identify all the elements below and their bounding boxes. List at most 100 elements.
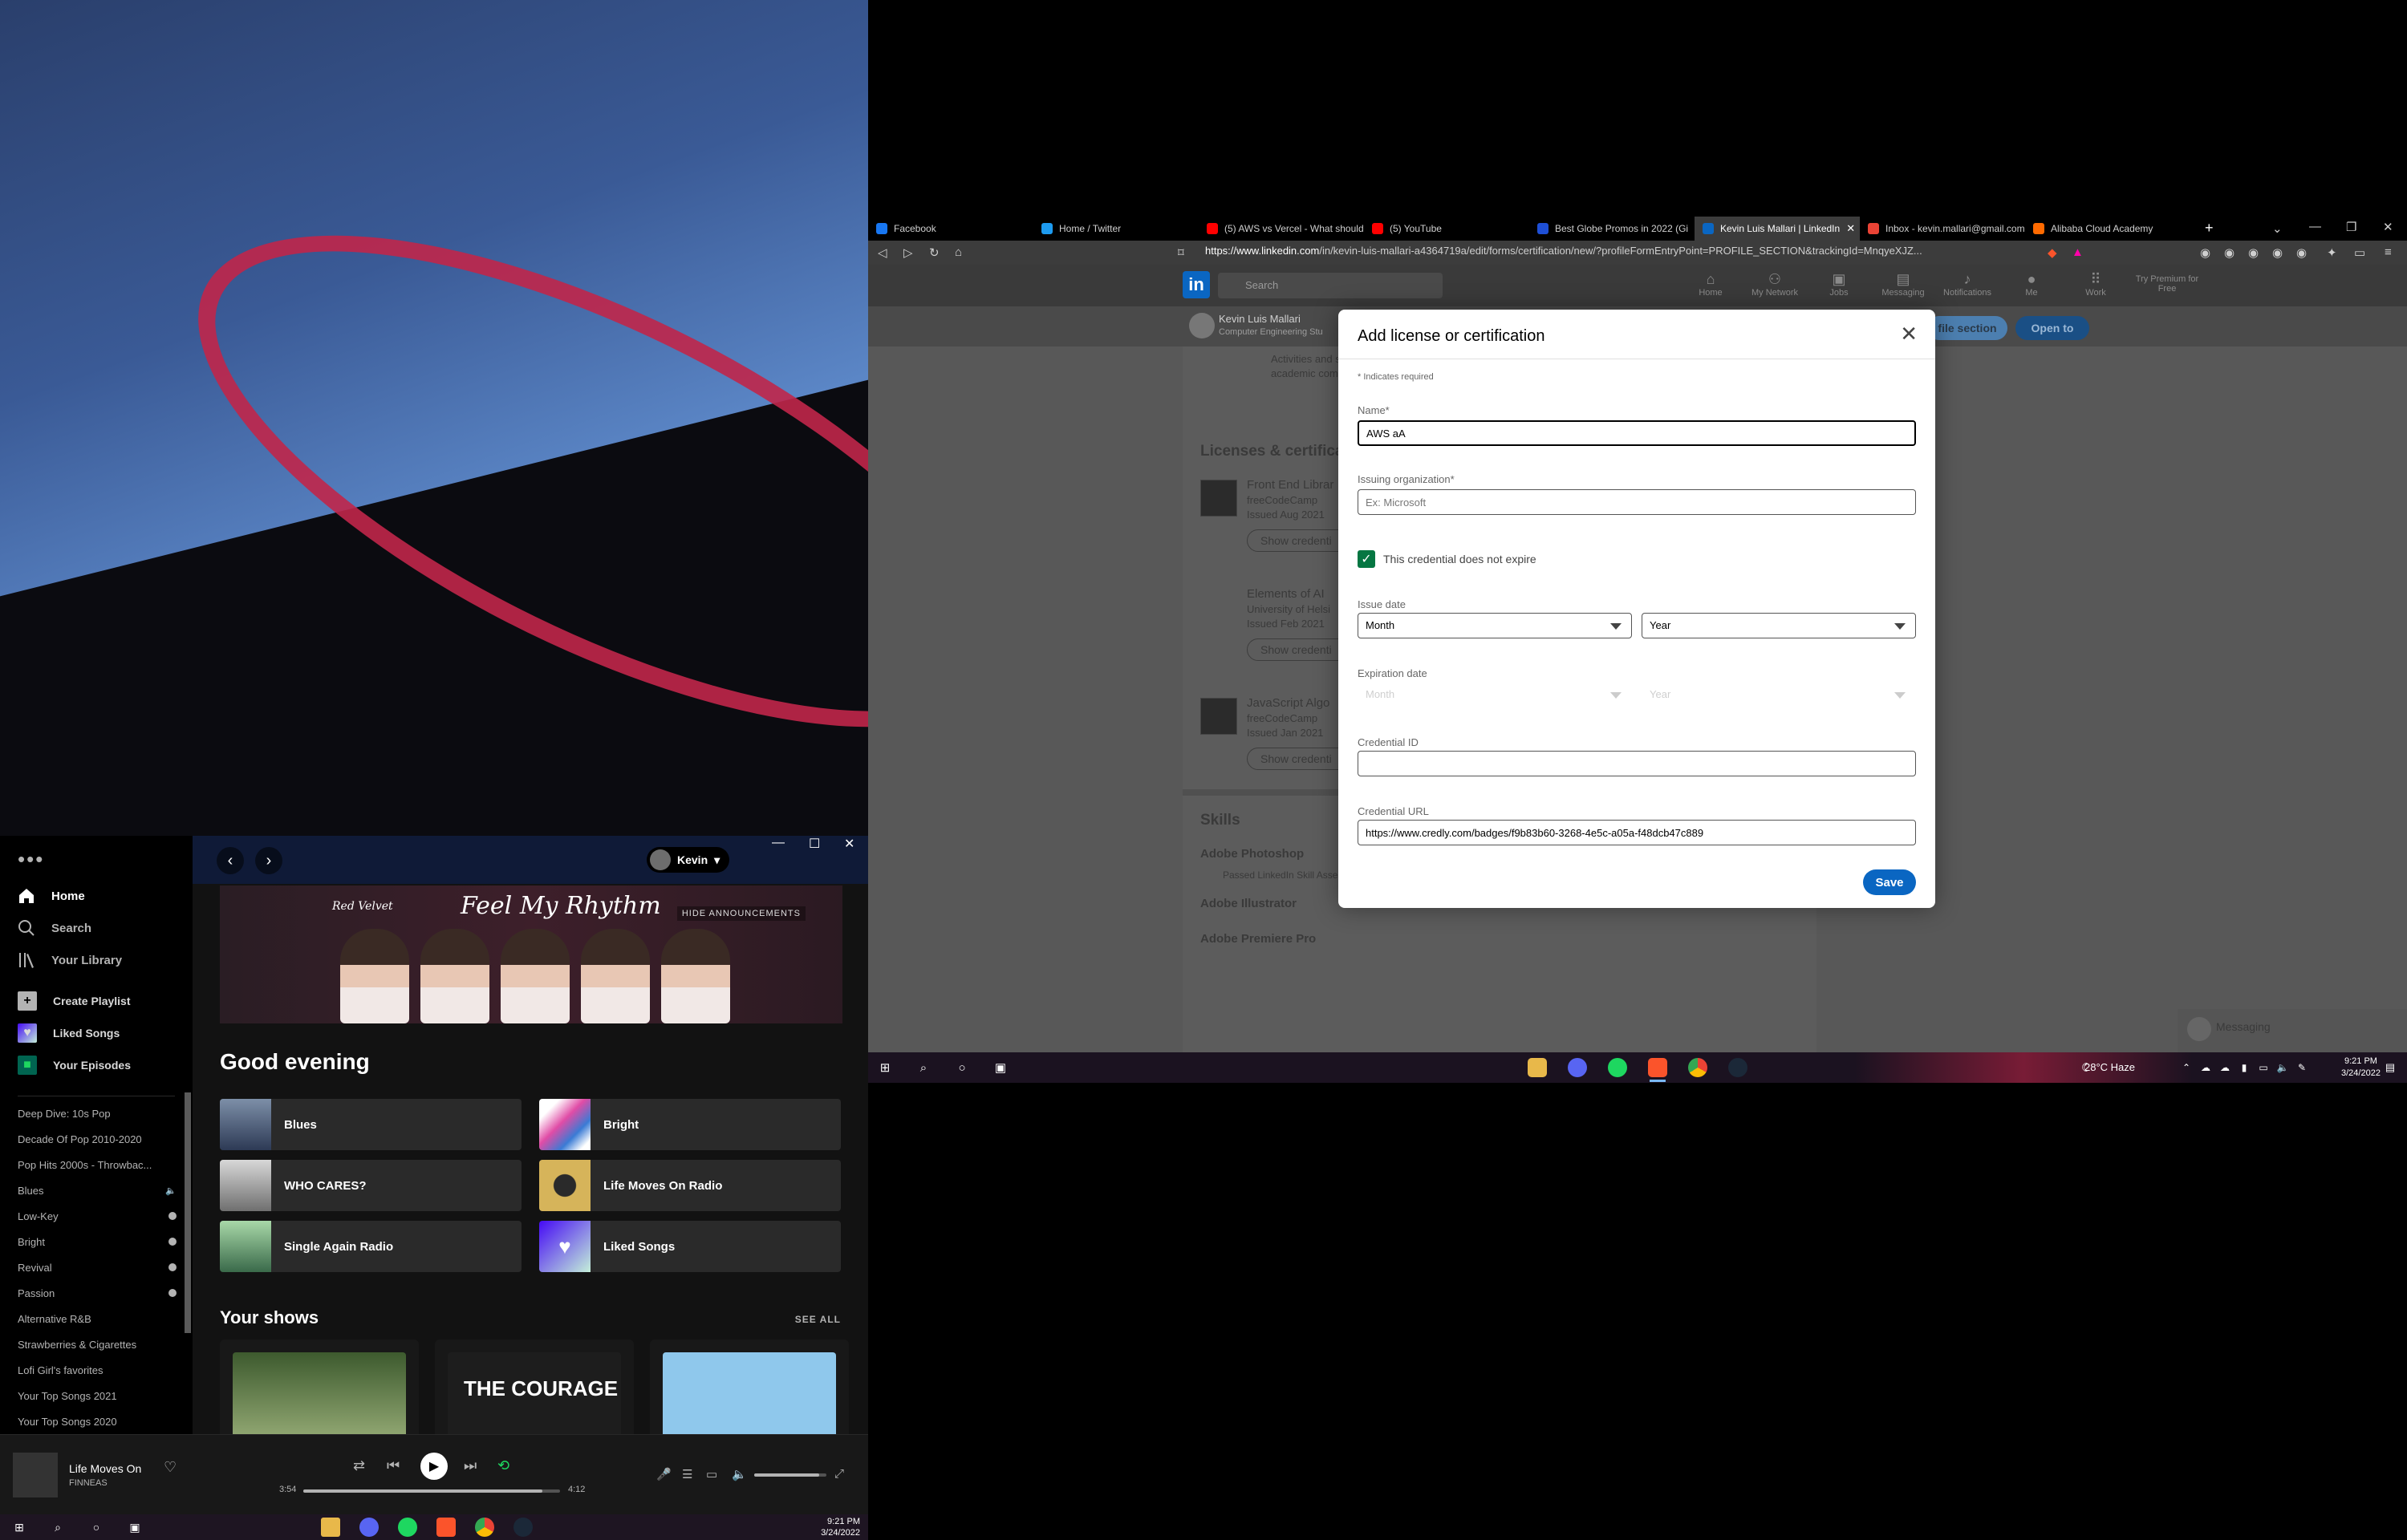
- minimize-icon[interactable]: —: [2309, 220, 2321, 233]
- task-view-icon[interactable]: ▣: [992, 1059, 1009, 1076]
- back-arrow-icon[interactable]: ‹: [217, 847, 244, 874]
- fullscreen-icon[interactable]: ⤢: [834, 1467, 844, 1481]
- nav-my-network[interactable]: ⚇ My Network: [1743, 271, 1807, 298]
- windows-start-icon[interactable]: ⊞: [876, 1059, 894, 1076]
- playlist-item[interactable]: Low-Key: [18, 1203, 177, 1229]
- playlist-item[interactable]: Your Top Songs 2021: [18, 1383, 177, 1408]
- messaging-widget[interactable]: Messaging: [2178, 1009, 2407, 1052]
- skill-name[interactable]: Adobe Premiere Pro: [1200, 932, 1316, 946]
- taskbar-clock[interactable]: 9:21 PM 3/24/2022: [821, 1516, 860, 1538]
- playlist-item[interactable]: Bright: [18, 1229, 177, 1254]
- show-card[interactable]: [220, 1339, 419, 1434]
- heart-icon[interactable]: ♡: [164, 1459, 177, 1476]
- hide-announcements-button[interactable]: HIDE ANNOUNCEMENTS: [676, 906, 806, 921]
- skill-name[interactable]: Adobe Illustrator: [1200, 897, 1297, 910]
- brave-icon[interactable]: [436, 1518, 456, 1537]
- nav-library[interactable]: Your Library: [18, 951, 122, 969]
- tab-linkedin[interactable]: Kevin Luis Mallari | LinkedIn ✕: [1695, 217, 1860, 241]
- taskbar-clock[interactable]: 9:21 PM 3/24/2022: [2341, 1056, 2381, 1080]
- extension-icon[interactable]: ◉: [2248, 245, 2259, 260]
- cortana-icon[interactable]: ○: [953, 1059, 971, 1076]
- search-icon[interactable]: ⌕: [48, 1518, 67, 1537]
- linkedin-logo[interactable]: in: [1183, 271, 1210, 298]
- issue-month-select[interactable]: Month: [1358, 613, 1632, 638]
- nav-work[interactable]: ⠿ Work: [2064, 271, 2128, 298]
- devices-icon[interactable]: ▭: [706, 1467, 717, 1481]
- extensions-puzzle-icon[interactable]: ✦: [2327, 245, 2337, 260]
- tab-alibaba[interactable]: Alibaba Cloud Academy: [2025, 217, 2190, 241]
- issuing-organization-field[interactable]: [1358, 489, 1916, 515]
- chrome-icon[interactable]: [1688, 1058, 1707, 1077]
- wallet-icon[interactable]: ▭: [2354, 245, 2365, 260]
- url-field[interactable]: https://www.linkedin.com/in/kevin-luis-m…: [1205, 245, 2040, 261]
- playlist-item[interactable]: Revival: [18, 1254, 177, 1280]
- shortcut-tile[interactable]: Blues: [220, 1099, 522, 1150]
- track-title[interactable]: Life Moves On: [69, 1462, 141, 1475]
- close-icon[interactable]: ✕: [844, 836, 854, 852]
- add-profile-section-button[interactable]: file section: [1927, 316, 2007, 340]
- microphone-icon[interactable]: ▮: [2235, 1059, 2253, 1076]
- cortana-icon[interactable]: ○: [87, 1518, 106, 1537]
- see-all-link[interactable]: SEE ALL: [795, 1314, 841, 1325]
- close-icon[interactable]: ✕: [2383, 220, 2393, 234]
- notifications-icon[interactable]: ▤: [2381, 1059, 2399, 1076]
- chrome-icon[interactable]: [475, 1518, 494, 1537]
- show-card[interactable]: THE COURAGE: [435, 1339, 634, 1434]
- shortcut-tile[interactable]: ♥ Liked Songs: [539, 1221, 841, 1272]
- try-premium-link[interactable]: Try Premium for Free: [2131, 274, 2203, 294]
- pen-icon[interactable]: ✎: [2293, 1059, 2311, 1076]
- brave-shields-icon[interactable]: ◆: [2048, 245, 2057, 260]
- save-button[interactable]: Save: [1863, 869, 1916, 895]
- close-tab-icon[interactable]: ✕: [1846, 222, 1855, 235]
- repeat-icon[interactable]: ⟲: [497, 1457, 509, 1474]
- close-icon[interactable]: ✕: [1900, 323, 1918, 344]
- shortcut-tile[interactable]: WHO CARES?: [220, 1160, 522, 1211]
- playlist-item[interactable]: Passion: [18, 1280, 177, 1306]
- search-icon[interactable]: ⌕: [915, 1059, 932, 1076]
- extension-icon[interactable]: ◉: [2200, 245, 2210, 260]
- steam-icon[interactable]: [1728, 1058, 1747, 1077]
- minimize-icon[interactable]: —: [772, 836, 785, 850]
- nav-search[interactable]: Search: [18, 919, 91, 937]
- create-playlist-button[interactable]: + Create Playlist: [18, 991, 131, 1011]
- no-expire-checkbox[interactable]: ✓: [1358, 550, 1375, 568]
- weather-text[interactable]: 28°C Haze: [2084, 1061, 2135, 1073]
- new-tab-icon[interactable]: +: [2205, 220, 2214, 237]
- user-menu[interactable]: Kevin ▾: [647, 847, 730, 873]
- tab-globe[interactable]: Best Globe Promos in 2022 (Gi: [1529, 217, 1695, 241]
- tab-search-icon[interactable]: ⌄: [2272, 221, 2283, 236]
- open-to-button[interactable]: Open to: [2015, 316, 2089, 340]
- windows-start-icon[interactable]: ⊞: [10, 1518, 29, 1537]
- show-card[interactable]: [650, 1339, 849, 1434]
- network-icon[interactable]: ▭: [2255, 1059, 2272, 1076]
- onedrive-icon[interactable]: ☁: [2197, 1059, 2214, 1076]
- nav-home[interactable]: Home: [18, 887, 85, 905]
- back-icon[interactable]: ◁: [878, 245, 887, 260]
- more-options-icon[interactable]: •••: [18, 847, 44, 872]
- sidebar-scrollbar[interactable]: [185, 1092, 191, 1333]
- brave-rewards-icon[interactable]: ▲: [2072, 245, 2084, 259]
- tab-twitter[interactable]: Home / Twitter: [1033, 217, 1199, 241]
- file-explorer-icon[interactable]: [321, 1518, 340, 1537]
- cloud-icon[interactable]: ☁: [2216, 1059, 2234, 1076]
- spotify-icon[interactable]: [1608, 1058, 1627, 1077]
- progress-bar[interactable]: [303, 1489, 560, 1493]
- file-explorer-icon[interactable]: [1528, 1058, 1547, 1077]
- nav-messaging[interactable]: ▤ Messaging: [1871, 271, 1935, 298]
- playlist-item[interactable]: Decade Of Pop 2010-2020: [18, 1126, 177, 1152]
- album-cover[interactable]: [13, 1453, 58, 1497]
- nav-notifications[interactable]: ♪ Notifications: [1935, 271, 1999, 298]
- restore-icon[interactable]: ❐: [2346, 220, 2356, 234]
- playlist-item[interactable]: Blues 🔈: [18, 1177, 177, 1203]
- playlist-item[interactable]: Deep Dive: 10s Pop: [18, 1100, 177, 1126]
- shuffle-icon[interactable]: ⇄: [353, 1457, 365, 1474]
- brave-icon[interactable]: [1648, 1058, 1667, 1082]
- reload-icon[interactable]: ↻: [929, 245, 940, 260]
- maximize-icon[interactable]: ☐: [809, 836, 820, 852]
- playlist-item[interactable]: Alternative R&B: [18, 1306, 177, 1331]
- tab-gmail[interactable]: Inbox - kevin.mallari@gmail.com: [1860, 217, 2025, 241]
- discord-icon[interactable]: [359, 1518, 379, 1537]
- spotify-icon[interactable]: [398, 1518, 417, 1537]
- forward-arrow-icon[interactable]: ›: [255, 847, 282, 874]
- menu-icon[interactable]: ≡: [2385, 245, 2392, 259]
